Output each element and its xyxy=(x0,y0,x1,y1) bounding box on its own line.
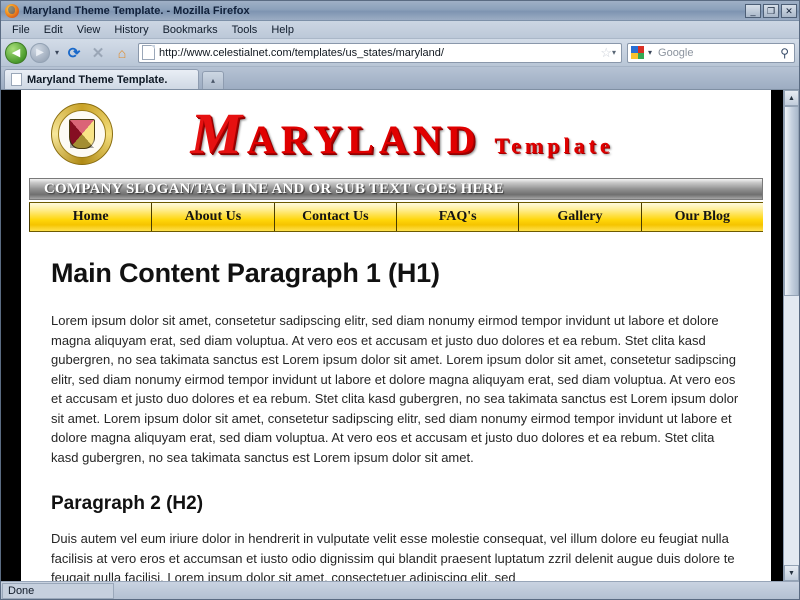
firefox-logo-icon xyxy=(5,3,19,18)
back-arrow-icon: ◀ xyxy=(5,41,27,64)
scrollbar-track[interactable] xyxy=(784,106,799,565)
status-text: Done xyxy=(8,584,35,597)
search-bar[interactable]: ▾ Google ⚲ xyxy=(627,42,795,63)
scrollbar-thumb[interactable] xyxy=(784,106,799,296)
site-logo-subtitle: Template xyxy=(494,133,614,158)
window-title: Maryland Theme Template. - Mozilla Firef… xyxy=(23,4,250,17)
menu-view[interactable]: View xyxy=(70,23,108,37)
slogan-text: COMPANY SLOGAN/TAG LINE AND OR SUB TEXT … xyxy=(44,180,504,197)
nav-item-gallery[interactable]: Gallery xyxy=(519,203,642,231)
navigation-toolbar: ◀ ▶ ▾ ⟳ ✕ ⌂ http://www.celestialnet.com/… xyxy=(1,39,799,67)
nav-item-about-us[interactable]: About Us xyxy=(152,203,275,231)
scroll-up-button[interactable]: ▲ xyxy=(784,90,799,106)
menu-history[interactable]: History xyxy=(107,23,155,37)
search-icon[interactable]: ⚲ xyxy=(780,46,794,60)
nav-label-gallery: Gallery xyxy=(557,209,603,224)
site-logo[interactable]: MARYLAND Template xyxy=(113,105,771,163)
menu-help[interactable]: Help xyxy=(264,23,301,37)
nav-item-our-blog[interactable]: Our Blog xyxy=(641,203,763,231)
title-bar: Maryland Theme Template. - Mozilla Firef… xyxy=(1,1,799,21)
google-icon xyxy=(631,46,644,59)
site-logo-rest: ARYLAND xyxy=(246,117,481,162)
maryland-state-seal-icon xyxy=(51,103,113,165)
url-text: http://www.celestialnet.com/templates/us… xyxy=(159,46,444,59)
paragraph-1: Lorem ipsum dolor sit amet, consetetur s… xyxy=(51,313,739,465)
stop-button[interactable]: ✕ xyxy=(87,42,109,64)
nav-label-faqs: FAQ's xyxy=(438,209,477,224)
scroll-down-button[interactable]: ▼ xyxy=(784,565,799,581)
nav-item-contact-us[interactable]: Contact Us xyxy=(274,203,397,231)
reload-icon: ⟳ xyxy=(67,44,81,62)
tab-strip: Maryland Theme Template. ▴ xyxy=(1,67,799,89)
status-box: Done xyxy=(2,582,114,599)
stop-icon: ✕ xyxy=(91,44,105,62)
slogan-bar: COMPANY SLOGAN/TAG LINE AND OR SUB TEXT … xyxy=(29,178,763,200)
nav-label-contact-us: Contact Us xyxy=(302,209,369,224)
site-logo-initial: M xyxy=(190,101,247,166)
browser-window: Maryland Theme Template. - Mozilla Firef… xyxy=(0,0,800,600)
page-subtitle-h2: Paragraph 2 (H2) xyxy=(51,493,204,514)
seal-shield-icon xyxy=(69,119,95,149)
site-header: MARYLAND Template xyxy=(21,90,771,178)
tab-list-button[interactable]: ▴ xyxy=(202,71,224,89)
nav-item-faqs[interactable]: FAQ's xyxy=(396,203,520,231)
site-navigation: Home About Us Contact Us FAQ's Gallery O… xyxy=(29,202,763,232)
search-input[interactable]: Google xyxy=(654,47,780,59)
home-icon: ⌂ xyxy=(117,44,127,61)
back-button[interactable]: ◀ xyxy=(5,41,27,64)
page-canvas: MARYLAND Template COMPANY SLOGAN/TAG LIN… xyxy=(1,90,783,581)
tab-maryland-theme-template[interactable]: Maryland Theme Template. xyxy=(4,69,199,89)
tab-favicon-icon xyxy=(11,73,22,86)
site-logo-main: MARYLAND xyxy=(190,105,480,163)
status-bar: Done xyxy=(1,581,799,599)
browser-viewport: MARYLAND Template COMPANY SLOGAN/TAG LIN… xyxy=(1,89,799,581)
website-container: MARYLAND Template COMPANY SLOGAN/TAG LIN… xyxy=(21,90,771,581)
forward-arrow-icon: ▶ xyxy=(30,42,50,63)
reload-button[interactable]: ⟳ xyxy=(63,42,85,64)
tab-label: Maryland Theme Template. xyxy=(27,73,168,86)
bookmark-star-icon[interactable]: ☆ xyxy=(600,45,612,61)
menu-edit[interactable]: Edit xyxy=(37,23,70,37)
nav-label-about-us: About Us xyxy=(184,209,242,224)
main-content: Main Content Paragraph 1 (H1) Lorem ipsu… xyxy=(21,232,771,581)
minimize-button[interactable]: _ xyxy=(745,3,761,18)
nav-label-home: Home xyxy=(72,209,109,224)
vertical-scrollbar[interactable]: ▲ ▼ xyxy=(783,90,799,581)
close-button[interactable]: ✕ xyxy=(781,3,797,18)
home-button[interactable]: ⌂ xyxy=(111,42,133,64)
nav-item-home[interactable]: Home xyxy=(29,203,153,231)
history-dropdown-caret-icon[interactable]: ▾ xyxy=(53,48,61,57)
menu-tools[interactable]: Tools xyxy=(225,23,265,37)
address-bar[interactable]: http://www.celestialnet.com/templates/us… xyxy=(138,42,622,63)
search-engine-caret-icon[interactable]: ▾ xyxy=(646,48,654,57)
url-dropdown-caret-icon[interactable]: ▾ xyxy=(612,48,621,57)
paragraph-2: Duis autem vel eum iriure dolor in hendr… xyxy=(51,531,735,581)
menu-bookmarks[interactable]: Bookmarks xyxy=(156,23,225,37)
page-favicon-icon xyxy=(142,45,156,60)
window-controls: _ ❐ ✕ xyxy=(745,3,797,18)
restore-button[interactable]: ❐ xyxy=(763,3,779,18)
forward-button[interactable]: ▶ xyxy=(29,42,51,64)
page-title-h1: Main Content Paragraph 1 (H1) xyxy=(51,258,440,288)
menu-file[interactable]: File xyxy=(5,23,37,37)
menu-bar: File Edit View History Bookmarks Tools H… xyxy=(1,21,799,39)
nav-label-our-blog: Our Blog xyxy=(674,209,730,224)
